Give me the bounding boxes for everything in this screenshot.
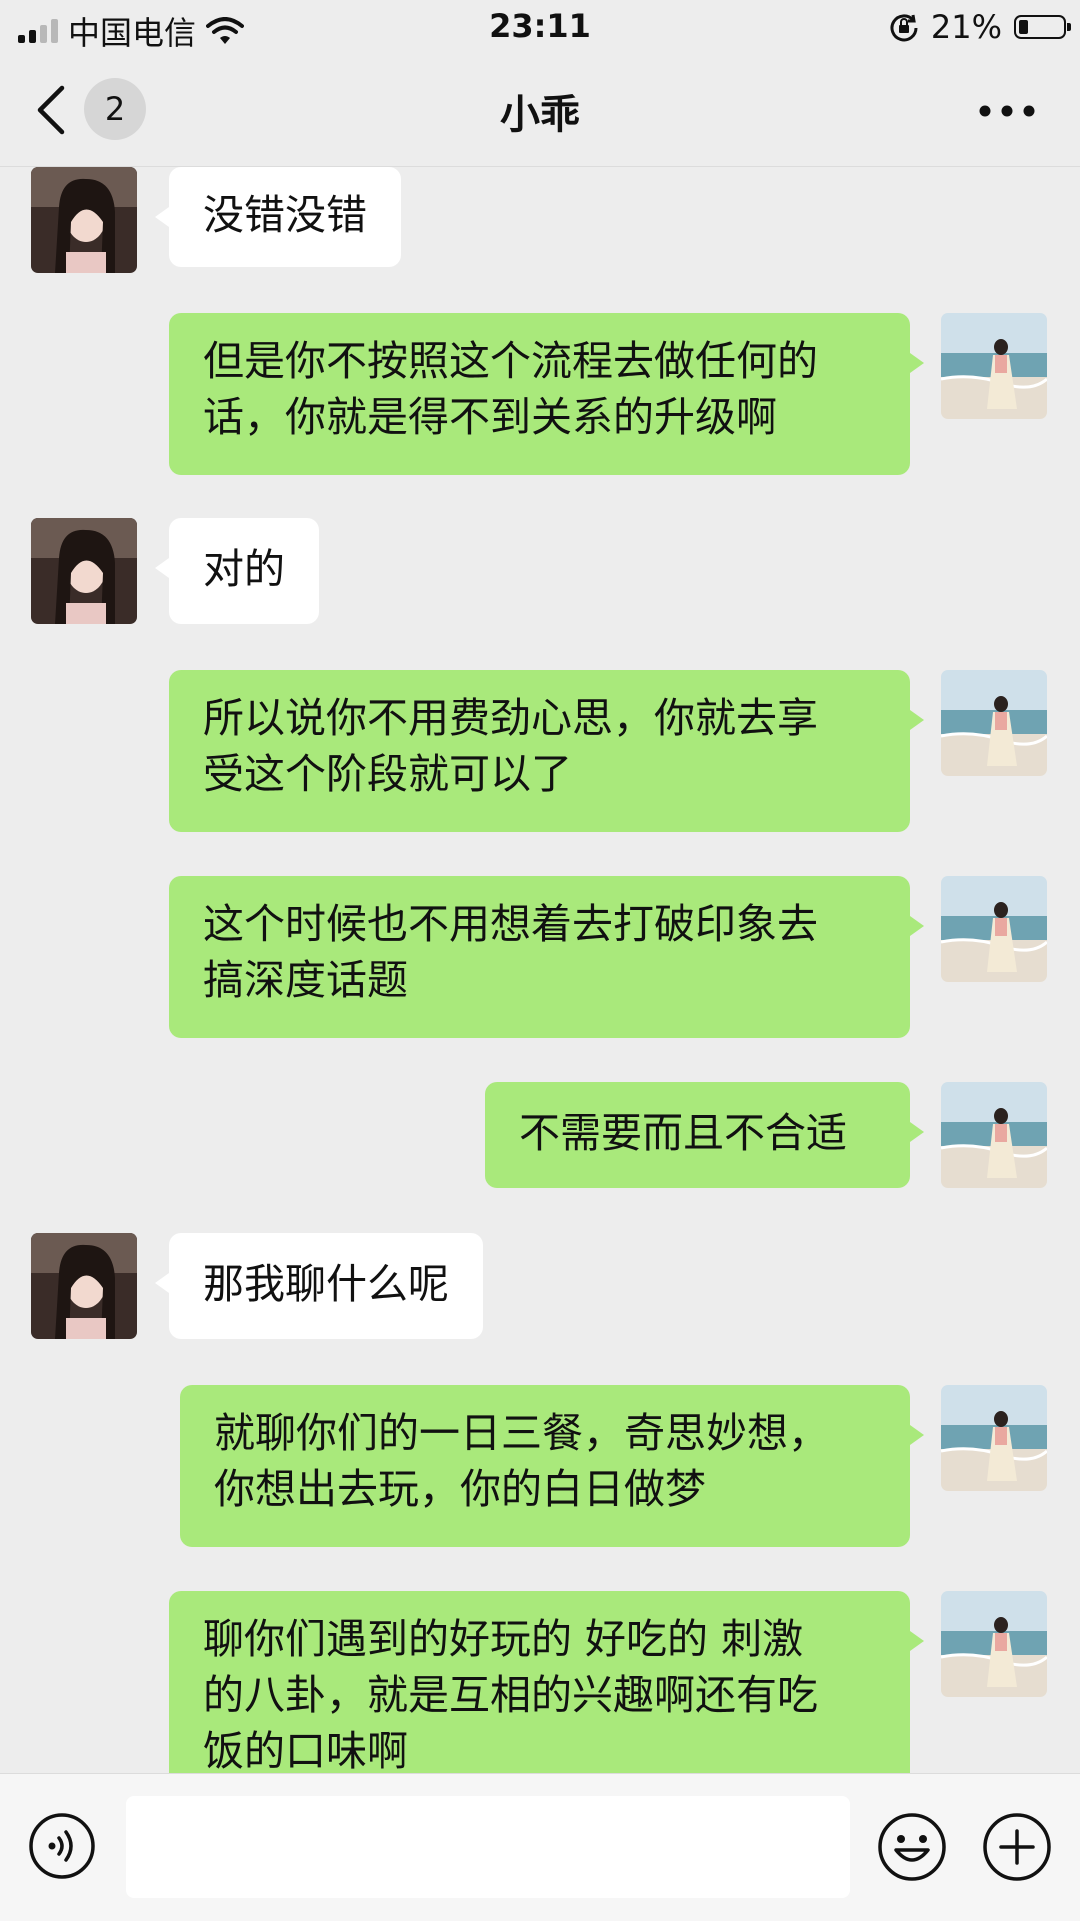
my-avatar[interactable] — [941, 1082, 1047, 1188]
outgoing-message-bubble[interactable]: 不需要而且不合适 — [485, 1082, 924, 1188]
rotation-lock-icon — [890, 14, 918, 42]
battery-icon — [1014, 15, 1071, 39]
battery-fill — [1019, 20, 1028, 34]
my-avatar[interactable] — [941, 670, 1047, 776]
status-right: 21% — [889, 8, 1071, 46]
my-avatar[interactable] — [941, 313, 1047, 419]
message-row: 这个时候也不用想着去打破印象去 搞深度话题 — [0, 876, 1080, 1038]
message-input[interactable] — [126, 1796, 850, 1898]
my-avatar[interactable] — [941, 876, 1047, 982]
message-list[interactable]: 没错没错 但是你不按照这个流程去做任何的 话，你就是得不到关系的升级啊 对的 所… — [0, 167, 1080, 1773]
contact-avatar[interactable] — [31, 1233, 137, 1339]
my-avatar[interactable] — [941, 1385, 1047, 1491]
chat-header: 2 小乖 — [0, 54, 1080, 167]
incoming-message-bubble[interactable]: 那我聊什么呢 — [155, 1233, 483, 1339]
outgoing-message-bubble[interactable]: 就聊你们的一日三餐，奇思妙想， 你想出去玩，你的白日做梦 — [180, 1385, 924, 1547]
more-options-icon[interactable] — [978, 104, 1036, 118]
incoming-message-bubble[interactable]: 没错没错 — [155, 167, 401, 267]
message-row: 不需要而且不合适 — [0, 1082, 1080, 1188]
message-row: 那我聊什么呢 — [0, 1233, 1080, 1339]
message-row: 就聊你们的一日三餐，奇思妙想， 你想出去玩，你的白日做梦 — [0, 1385, 1080, 1547]
message-row: 所以说你不用费劲心思，你就去享 受这个阶段就可以了 — [0, 670, 1080, 832]
outgoing-message-bubble[interactable]: 但是你不按照这个流程去做任何的 话，你就是得不到关系的升级啊 — [169, 313, 924, 475]
voice-icon[interactable] — [28, 1812, 96, 1880]
emoji-icon[interactable] — [877, 1812, 947, 1882]
contact-avatar[interactable] — [31, 167, 137, 273]
message-row: 聊你们遇到的好玩的 好吃的 刺激 的八卦，就是互相的兴趣啊还有吃 饭的口味啊 — [0, 1591, 1080, 1773]
contact-avatar[interactable] — [31, 518, 137, 624]
battery-percent: 21% — [930, 8, 1002, 46]
plus-icon[interactable] — [982, 1812, 1052, 1882]
chat-title: 小乖 — [500, 92, 580, 138]
outgoing-message-bubble[interactable]: 聊你们遇到的好玩的 好吃的 刺激 的八卦，就是互相的兴趣啊还有吃 饭的口味啊 — [169, 1591, 924, 1773]
status-bar: 中国电信 23:11 21% — [0, 0, 1080, 54]
message-row: 但是你不按照这个流程去做任何的 话，你就是得不到关系的升级啊 — [0, 313, 1080, 475]
message-row: 没错没错 — [0, 167, 1080, 273]
my-avatar[interactable] — [941, 1591, 1047, 1697]
incoming-message-bubble[interactable]: 对的 — [155, 518, 319, 624]
message-row: 对的 — [0, 518, 1080, 624]
outgoing-message-bubble[interactable]: 这个时候也不用想着去打破印象去 搞深度话题 — [169, 876, 924, 1038]
outgoing-message-bubble[interactable]: 所以说你不用费劲心思，你就去享 受这个阶段就可以了 — [169, 670, 924, 832]
composer-bar — [0, 1773, 1080, 1921]
